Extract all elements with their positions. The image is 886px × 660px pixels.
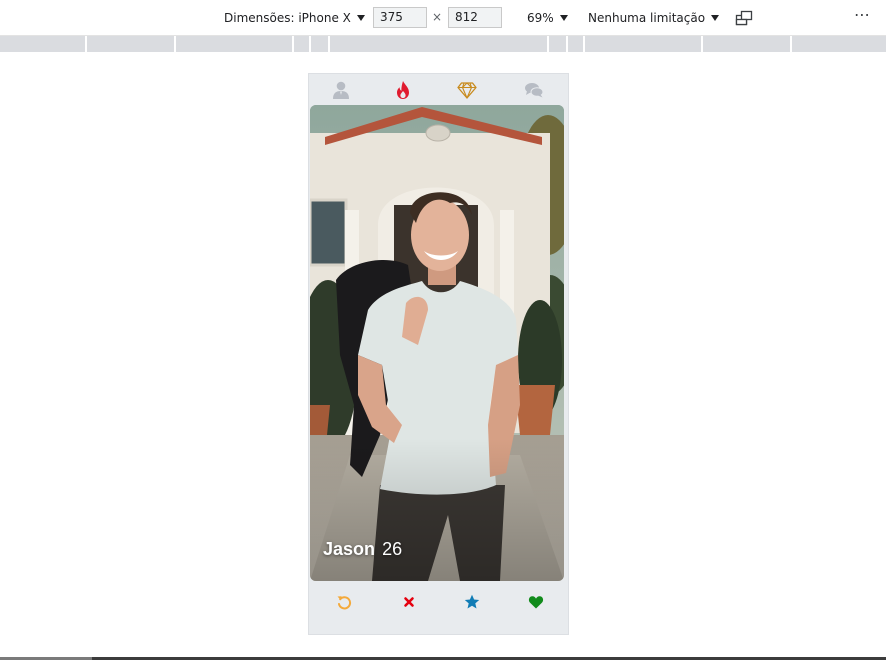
ruler-divider	[85, 36, 87, 52]
ruler-divider	[566, 36, 568, 52]
zoom-select[interactable]: 69%	[527, 9, 568, 27]
top-navigation	[309, 74, 568, 105]
ruler-divider	[292, 36, 294, 52]
media-query-bar[interactable]	[0, 36, 886, 52]
ruler-divider	[583, 36, 585, 52]
device-viewport: Jason 26	[308, 73, 569, 635]
more-icon[interactable]: ⋯	[854, 5, 871, 24]
diamond-icon[interactable]	[457, 80, 477, 100]
profile-icon[interactable]	[331, 80, 351, 100]
throttling-label: Nenhuma limitação	[588, 11, 706, 25]
device-select-label: Dimensões: iPhone X	[224, 11, 351, 25]
star-icon[interactable]	[464, 594, 480, 610]
profile-age: 26	[382, 539, 403, 559]
chevron-down-icon	[711, 14, 720, 21]
ruler-divider	[328, 36, 330, 52]
profile-photo	[310, 105, 564, 581]
profile-name: Jason	[323, 539, 376, 559]
close-icon[interactable]	[401, 594, 417, 610]
chat-icon[interactable]	[524, 80, 544, 100]
ruler-divider	[790, 36, 792, 52]
chevron-down-icon	[559, 14, 568, 21]
card-caption: Jason 26	[323, 539, 402, 560]
action-bar	[309, 584, 568, 618]
device-select[interactable]: Dimensões: iPhone X	[224, 9, 365, 27]
height-input[interactable]: 812	[448, 7, 502, 28]
profile-card[interactable]: Jason 26	[310, 105, 564, 581]
flame-icon[interactable]	[393, 80, 413, 100]
heart-icon[interactable]	[528, 594, 544, 610]
ruler-divider	[174, 36, 176, 52]
width-input[interactable]: 375	[373, 7, 427, 28]
ruler-divider	[547, 36, 549, 52]
ruler-divider	[701, 36, 703, 52]
ruler-divider	[309, 36, 311, 52]
undo-icon[interactable]	[336, 594, 352, 610]
device-toolbar: Dimensões: iPhone X 375 × 812 69% Nenhum…	[0, 0, 886, 36]
zoom-label: 69%	[527, 11, 554, 25]
chevron-down-icon	[356, 14, 365, 21]
rotate-icon[interactable]	[735, 10, 753, 26]
throttling-select[interactable]: Nenhuma limitação	[588, 9, 720, 27]
dimension-separator: ×	[432, 10, 443, 24]
